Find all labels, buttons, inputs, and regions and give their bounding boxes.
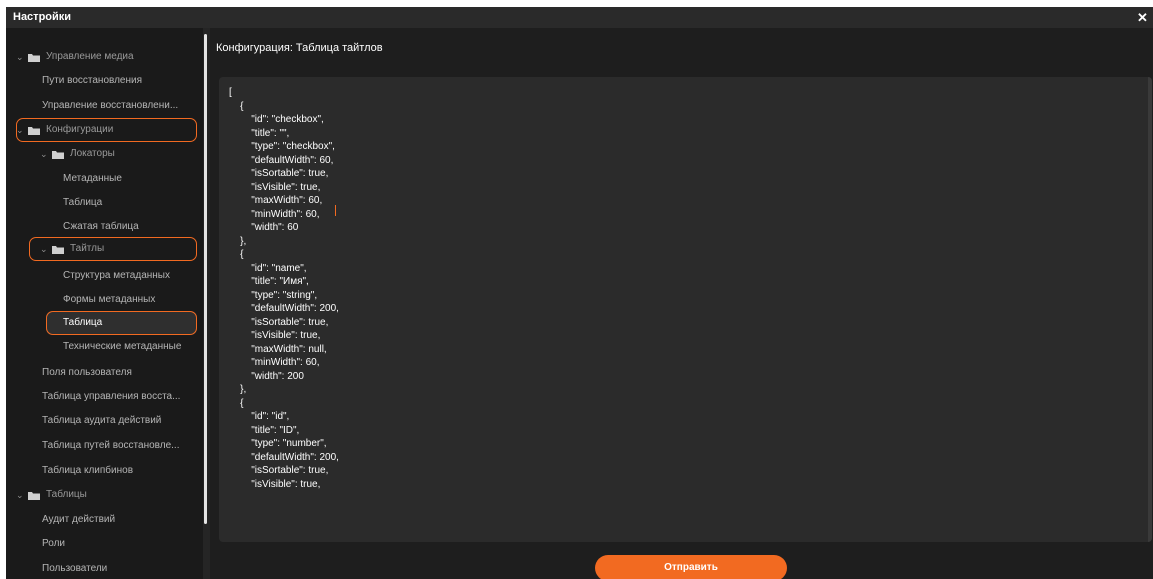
sidebar-item-metadata-forms[interactable]: Формы метаданных	[63, 288, 155, 312]
sidebar-item-users[interactable]: Пользователи	[42, 557, 107, 579]
sidebar-item-metadata-structure[interactable]: Структура метаданных	[63, 264, 170, 288]
settings-window: Настройки ✕ ⌄ Управление медиа Пути восст…	[6, 7, 1153, 579]
sidebar-folder-configurations[interactable]: ⌄ Конфигурации	[16, 118, 113, 142]
main-panel: Конфигурация: Таблица тайтлов [ { "id": …	[210, 28, 1153, 579]
sidebar-item-restore-paths[interactable]: Пути восстановления	[42, 69, 142, 93]
folder-icon	[28, 53, 40, 62]
submit-button[interactable]: Отправить	[595, 555, 787, 579]
folder-icon	[28, 126, 40, 135]
sidebar-item-roles[interactable]: Роли	[42, 532, 65, 556]
sidebar-folder-locators[interactable]: ⌄ Локаторы	[40, 142, 115, 166]
sidebar-scrollbar[interactable]	[203, 28, 210, 579]
sidebar-item-restore-management[interactable]: Управление восстановлени...	[42, 94, 178, 118]
window-title: Настройки	[13, 11, 72, 23]
sidebar-item-locators-table[interactable]: Таблица	[63, 191, 102, 215]
sidebar-item-clipbins-table[interactable]: Таблица клипбинов	[42, 459, 133, 483]
chevron-down-icon: ⌄	[40, 149, 48, 159]
sidebar-item-titles-table[interactable]: Таблица	[63, 311, 102, 335]
sidebar-item-restore-paths-table[interactable]: Таблица путей восстановле...	[42, 434, 180, 458]
editor-scrollbar[interactable]	[1148, 77, 1152, 542]
folder-icon	[52, 150, 64, 159]
sidebar-item-restore-management-table[interactable]: Таблица управления восста...	[42, 385, 180, 409]
chevron-down-icon: ⌄	[16, 125, 24, 135]
sidebar-item-technical-metadata[interactable]: Технические метаданные	[63, 335, 181, 359]
chevron-down-icon: ⌄	[40, 244, 48, 254]
close-icon[interactable]: ✕	[1136, 11, 1149, 24]
page-title: Конфигурация: Таблица тайтлов	[216, 42, 383, 54]
sidebar-folder-tables[interactable]: ⌄ Таблицы	[16, 483, 87, 507]
editor-scrollbar-thumb[interactable]	[1148, 77, 1152, 542]
sidebar-item-user-fields[interactable]: Поля пользователя	[42, 361, 132, 385]
sidebar-scrollbar-thumb[interactable]	[204, 34, 207, 524]
json-editor-content[interactable]: [ { "id": "checkbox", "title": "", "type…	[229, 86, 339, 491]
folder-icon	[52, 245, 64, 254]
sidebar-item-action-audit[interactable]: Аудит действий	[42, 508, 115, 532]
title-bar: Настройки ✕	[6, 7, 1153, 28]
sidebar-folder-media[interactable]: ⌄ Управление медиа	[16, 45, 134, 69]
json-editor[interactable]: [ { "id": "checkbox", "title": "", "type…	[219, 77, 1152, 542]
sidebar: ⌄ Управление медиа Пути восстановления Уп…	[6, 28, 203, 579]
sidebar-item-locators-metadata[interactable]: Метаданные	[63, 167, 122, 191]
sidebar-item-locators-compact-table[interactable]: Сжатая таблица	[63, 215, 139, 239]
folder-icon	[28, 491, 40, 500]
chevron-down-icon: ⌄	[16, 490, 24, 500]
sidebar-folder-titles[interactable]: ⌄ Тайтлы	[40, 237, 104, 261]
sidebar-item-audit-table[interactable]: Таблица аудита действий	[42, 409, 161, 433]
text-cursor	[335, 205, 336, 216]
chevron-down-icon: ⌄	[16, 52, 24, 62]
